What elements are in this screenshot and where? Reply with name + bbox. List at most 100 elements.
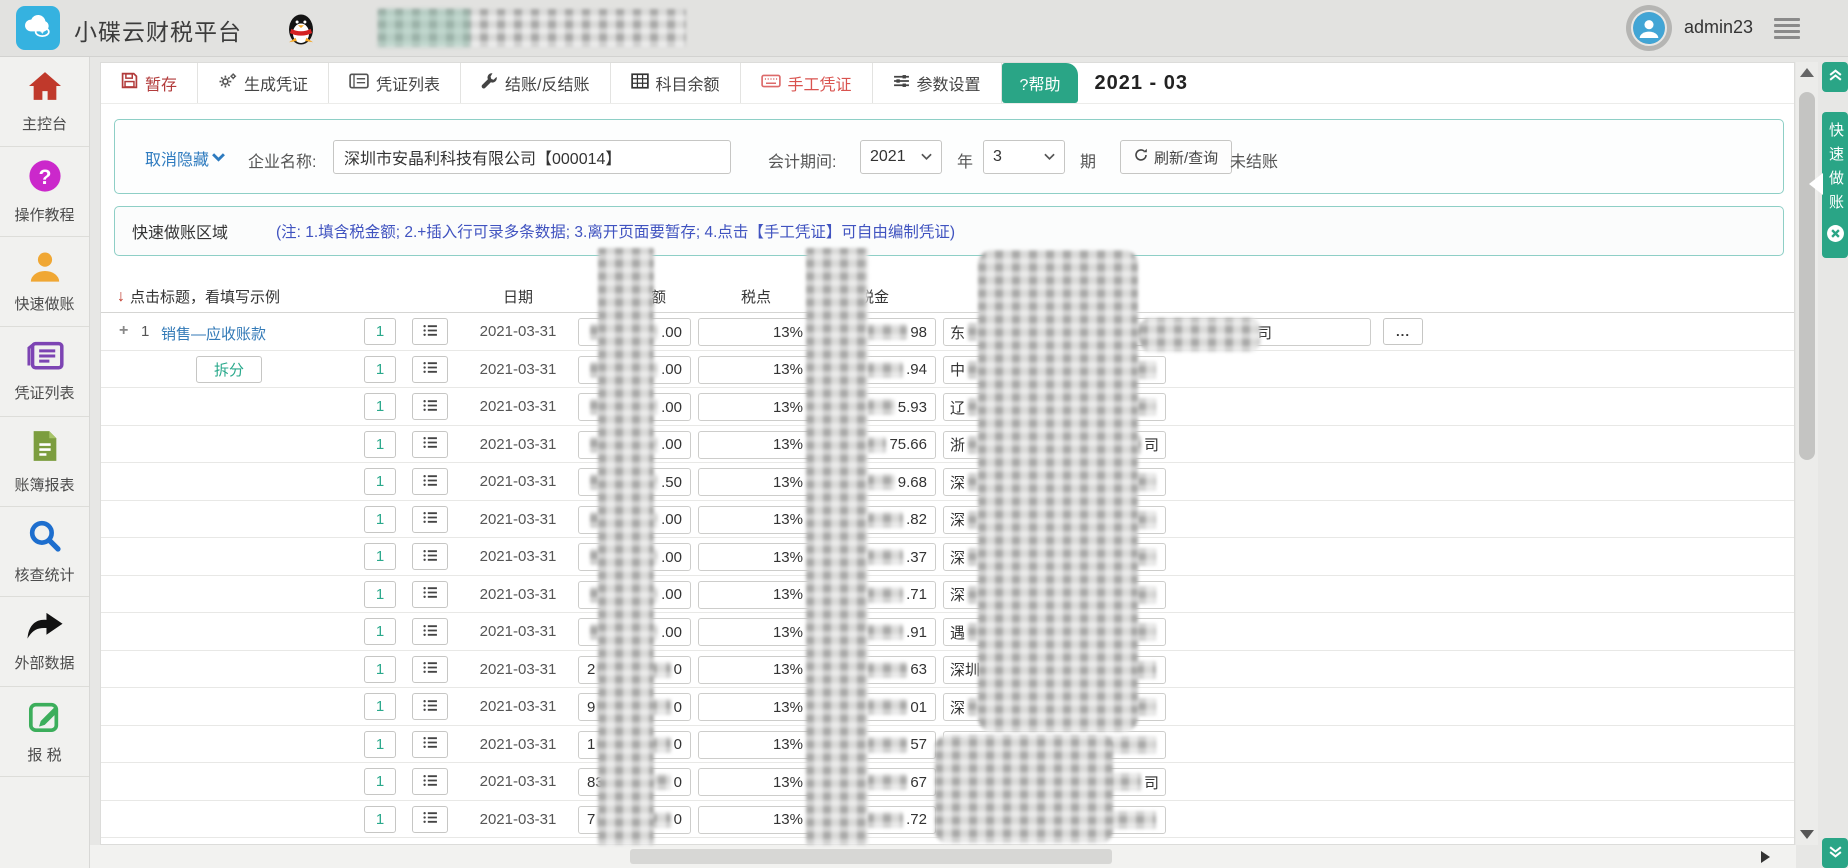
- row-detail-list-button[interactable]: [412, 768, 448, 795]
- sidebar-item-ledger-reports[interactable]: 账簿报表: [0, 417, 89, 507]
- avatar[interactable]: [1626, 5, 1672, 51]
- date-cell: 2021-03-31: [458, 736, 578, 753]
- save-draft-button[interactable]: 暂存: [101, 63, 198, 103]
- rail-collapse-up-button[interactable]: [1822, 62, 1848, 92]
- qty-button[interactable]: 1: [364, 693, 396, 720]
- voucher-list-button[interactable]: 凭证列表: [329, 63, 461, 103]
- tax-rate-input[interactable]: 13%: [698, 806, 816, 834]
- tax-rate-input[interactable]: 13%: [698, 318, 816, 346]
- tax-rate-input[interactable]: 13%: [698, 506, 816, 534]
- row-detail-list-button[interactable]: [412, 618, 448, 645]
- redaction-blob-company: [978, 250, 1138, 732]
- parameter-settings-button[interactable]: 参数设置: [873, 63, 1002, 103]
- tax-rate-input[interactable]: 13%: [698, 618, 816, 646]
- row-detail-list-button[interactable]: [412, 656, 448, 683]
- row-detail-list-button[interactable]: [412, 506, 448, 533]
- table-row: 1 2021-03-31 .50 13% 9.68 深: [101, 463, 1794, 501]
- expand-row-icon[interactable]: +: [119, 322, 128, 340]
- tax-rate-input[interactable]: 13%: [698, 543, 816, 571]
- row-detail-list-button[interactable]: [412, 431, 448, 458]
- sidebar-item-label: 账簿报表: [14, 474, 74, 495]
- qq-penguin-icon[interactable]: [286, 10, 316, 50]
- manual-voucher-button[interactable]: 手工凭证: [741, 63, 873, 103]
- vertical-scrollbar-thumb[interactable]: [1799, 92, 1815, 460]
- year-select[interactable]: 2021: [860, 140, 942, 174]
- scroll-down-arrow-icon[interactable]: [1800, 830, 1814, 839]
- qty-button[interactable]: 1: [364, 618, 396, 645]
- tax-rate-input[interactable]: 13%: [698, 431, 816, 459]
- list-icon: [423, 624, 438, 640]
- qty-button[interactable]: 1: [364, 431, 396, 458]
- tax-rate-input[interactable]: 13%: [698, 468, 816, 496]
- date-cell: 2021-03-31: [458, 323, 578, 340]
- tax-rate-input[interactable]: 13%: [698, 693, 816, 721]
- help-button[interactable]: ?帮助: [1002, 63, 1079, 103]
- sidebar-item-tax-filing[interactable]: 报 税: [0, 687, 89, 777]
- sidebar-item-audit-statistics[interactable]: 核查统计: [0, 507, 89, 597]
- scroll-up-arrow-icon[interactable]: [1800, 68, 1814, 77]
- row-detail-list-button[interactable]: [412, 581, 448, 608]
- date-cell: 2021-03-31: [458, 511, 578, 528]
- horizontal-scrollbar-thumb[interactable]: [630, 849, 1112, 864]
- quick-accounting-rail[interactable]: 快速做账: [1822, 112, 1848, 258]
- tax-rate-input[interactable]: 13%: [698, 393, 816, 421]
- date-cell: 2021-03-31: [458, 586, 578, 603]
- month-select[interactable]: 3: [983, 140, 1065, 174]
- qty-button[interactable]: 1: [364, 768, 396, 795]
- qty-button[interactable]: 1: [364, 581, 396, 608]
- close-icon[interactable]: [1826, 224, 1845, 247]
- date-cell: 2021-03-31: [458, 473, 578, 490]
- more-button[interactable]: ...: [1383, 318, 1423, 345]
- qty-button[interactable]: 1: [364, 356, 396, 383]
- refresh-query-button[interactable]: 刷新/查询: [1120, 140, 1232, 174]
- tax-rate-input[interactable]: 13%: [698, 731, 816, 759]
- rail-collapse-down-button[interactable]: [1822, 838, 1848, 868]
- company-name-input[interactable]: 深圳市安晶利科技有限公司【000014】: [333, 140, 731, 174]
- row-detail-list-button[interactable]: [412, 543, 448, 570]
- keyboard-icon: [761, 74, 781, 93]
- generate-voucher-button[interactable]: 生成凭证: [198, 63, 329, 103]
- qty-button[interactable]: 1: [364, 731, 396, 758]
- tax-rate-input[interactable]: 13%: [698, 768, 816, 796]
- sidebar-item-external-data[interactable]: 外部数据: [0, 597, 89, 687]
- row-detail-list-button[interactable]: [412, 393, 448, 420]
- cancel-hide-toggle[interactable]: 取消隐藏: [145, 146, 225, 170]
- tax-rate-input[interactable]: 13%: [698, 656, 816, 684]
- qty-button[interactable]: 1: [364, 468, 396, 495]
- rail-label: 快速做账: [1822, 122, 1848, 218]
- year-unit-label: 年: [957, 148, 973, 172]
- sidebar-item-label: 凭证列表: [14, 382, 74, 403]
- qty-button[interactable]: 1: [364, 318, 396, 345]
- row-detail-list-button[interactable]: [412, 318, 448, 345]
- close-books-button[interactable]: 结账/反结账: [461, 63, 610, 103]
- scroll-right-arrow-icon[interactable]: [1761, 851, 1770, 863]
- qty-button[interactable]: 1: [364, 806, 396, 833]
- row-detail-list-button[interactable]: [412, 731, 448, 758]
- horizontal-scrollbar[interactable]: [90, 845, 1796, 868]
- current-period-display: 2021 - 03: [1094, 63, 1188, 103]
- sidebar-item-tutorial[interactable]: ? 操作教程: [0, 147, 89, 237]
- tax-rate-input[interactable]: 13%: [698, 356, 816, 384]
- column-header-date: 日期: [458, 286, 578, 307]
- sidebar-item-quick-accounting[interactable]: 快速做账: [0, 237, 89, 327]
- sidebar-item-voucher-list[interactable]: 凭证列表: [0, 327, 89, 417]
- row-detail-list-button[interactable]: [412, 356, 448, 383]
- menu-hamburger-icon[interactable]: [1774, 18, 1800, 39]
- qty-button[interactable]: 1: [364, 393, 396, 420]
- table-hint[interactable]: ↓ 点击标题，看填写示例: [117, 286, 280, 307]
- qty-button[interactable]: 1: [364, 543, 396, 570]
- qty-button[interactable]: 1: [364, 506, 396, 533]
- list-icon: [423, 736, 438, 752]
- table-row: 1 2021-03-31 .00 13% 75.66 浙司: [101, 426, 1794, 464]
- account-link[interactable]: 销售—应收账款: [161, 323, 266, 344]
- row-detail-list-button[interactable]: [412, 806, 448, 833]
- list-icon: [423, 361, 438, 377]
- account-balance-button[interactable]: 科目余额: [611, 63, 741, 103]
- sidebar-item-dashboard[interactable]: 主控台: [0, 57, 89, 147]
- toolbar: 暂存 生成凭证 凭证列表 结账/反结账 科目余额 手工凭证: [101, 63, 1794, 104]
- split-button[interactable]: 拆分: [196, 356, 262, 383]
- qty-button[interactable]: 1: [364, 656, 396, 683]
- row-detail-list-button[interactable]: [412, 693, 448, 720]
- row-detail-list-button[interactable]: [412, 468, 448, 495]
- tax-rate-input[interactable]: 13%: [698, 581, 816, 609]
